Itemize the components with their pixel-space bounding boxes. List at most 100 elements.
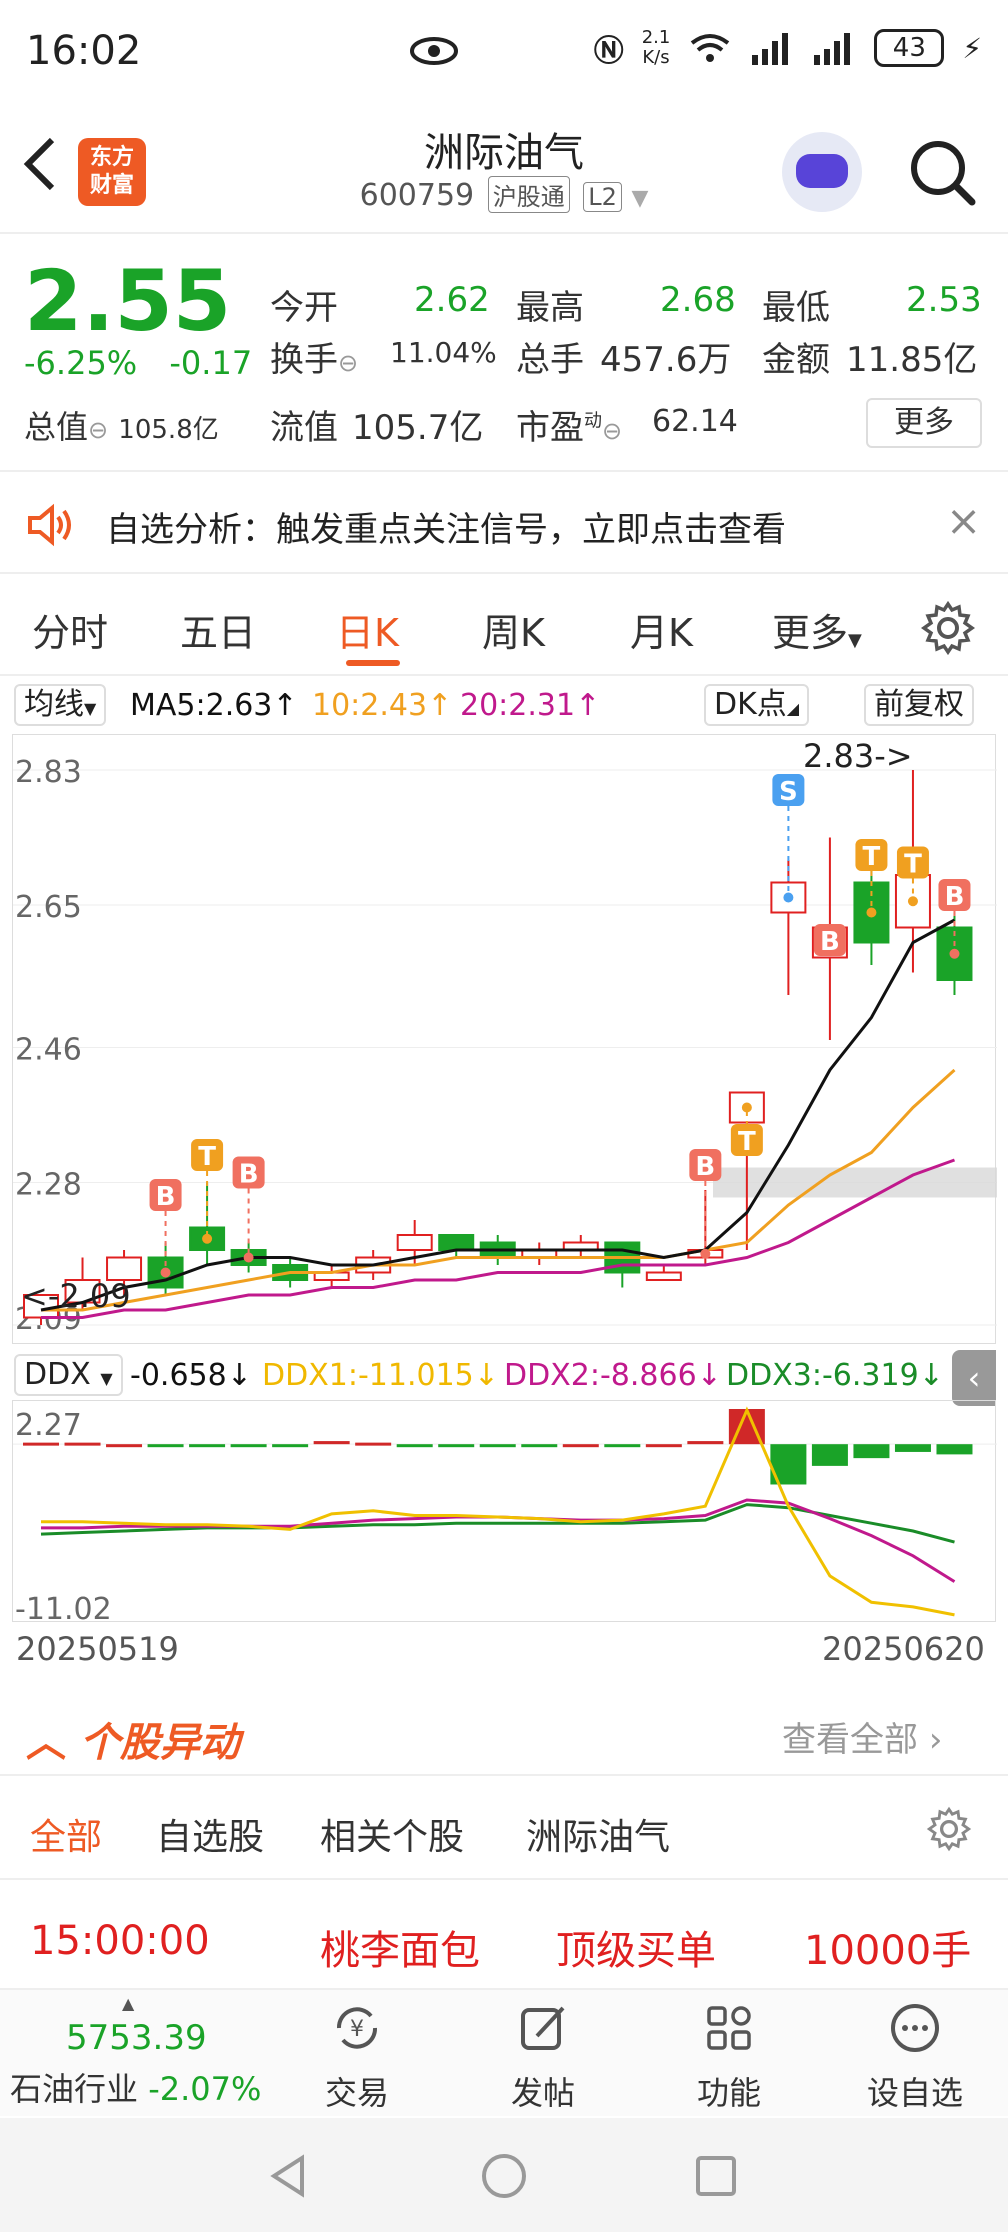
info-icon: ⊖ bbox=[88, 416, 109, 444]
low-label: <-2.09 bbox=[21, 1277, 131, 1315]
current-price: 2.55 bbox=[24, 252, 232, 350]
ddx-bar bbox=[64, 1442, 101, 1446]
y-tick-label: 2.46 bbox=[15, 1033, 82, 1068]
signal2-icon bbox=[814, 33, 851, 65]
y-tick-label: 2.83 bbox=[15, 755, 82, 790]
filter-all[interactable]: 全部 bbox=[30, 1808, 102, 1860]
pe-value: 62.14 bbox=[652, 404, 738, 439]
filter-related[interactable]: 相关个股 bbox=[320, 1808, 464, 1860]
ddx-bar bbox=[479, 1444, 516, 1448]
volume-label: 总手 bbox=[516, 340, 584, 380]
indicator-selector[interactable]: DDX ▼ bbox=[14, 1354, 123, 1396]
tab-weekly-k[interactable]: 周K bbox=[482, 602, 545, 657]
more-quote-button[interactable]: 更多 bbox=[866, 398, 982, 448]
add-watchlist-button[interactable]: 设自选 bbox=[860, 2002, 970, 2114]
candle-body bbox=[396, 1234, 433, 1251]
index-label: 石油行业 -2.07% bbox=[10, 2070, 262, 2108]
volume-value: 457.6万 bbox=[600, 340, 732, 380]
ddx-chart[interactable]: 2.27 -11.02 bbox=[12, 1400, 997, 1627]
low-label: 最低 bbox=[762, 288, 830, 328]
signal-badge-text: B bbox=[156, 1182, 176, 1212]
status-bar: 16:02 Ⓝ 2.1 K/s 43 ⚡ bbox=[0, 0, 1008, 104]
ddx-bar bbox=[355, 1442, 392, 1446]
tab-more[interactable]: 更多▼ bbox=[772, 602, 862, 657]
tab-five-day[interactable]: 五日 bbox=[180, 602, 256, 657]
collapse-panel-button[interactable]: ‹ bbox=[952, 1350, 996, 1406]
tab-monthly-k[interactable]: 月K bbox=[630, 602, 693, 657]
ddx2-value: DDX2:-8.866↓ bbox=[504, 1358, 722, 1393]
caret-down-icon: ▼ bbox=[848, 630, 862, 651]
adjust-selector[interactable]: 前复权 bbox=[864, 684, 974, 726]
ddx-bar bbox=[687, 1441, 724, 1445]
filter-watchlist[interactable]: 自选股 bbox=[156, 1808, 264, 1860]
avg-line-selector[interactable]: 均线▼ bbox=[14, 684, 107, 726]
open-value: 2.62 bbox=[414, 280, 490, 320]
ddx-bar bbox=[396, 1444, 433, 1448]
movers-title[interactable]: ︿ 个股异动 bbox=[26, 1710, 240, 1768]
speaker-icon bbox=[28, 503, 71, 547]
nav-home-icon[interactable] bbox=[480, 2152, 528, 2200]
settings-gear-icon[interactable] bbox=[920, 600, 976, 656]
trade-icon: ¥ bbox=[336, 2007, 378, 2049]
net-speed: 2.1 K/s bbox=[641, 27, 671, 68]
ddx-tick-label: -11.02 bbox=[15, 1592, 112, 1623]
close-icon[interactable]: × bbox=[946, 496, 981, 545]
amount-value: 11.85亿 bbox=[846, 340, 978, 380]
date-end: 20250620 bbox=[822, 1630, 985, 1668]
ddx-bar bbox=[313, 1441, 350, 1445]
market-cap: 总值⊖ 105.8亿 bbox=[24, 408, 219, 446]
signal-badge-text: T bbox=[904, 850, 922, 880]
signal-badge-text: B bbox=[695, 1152, 715, 1182]
corner-icon: ◢ bbox=[786, 699, 800, 718]
signal-badge-text: T bbox=[738, 1127, 756, 1157]
charging-icon: ⚡ bbox=[962, 31, 982, 65]
nav-recents-icon[interactable] bbox=[694, 2154, 738, 2198]
apps-icon bbox=[707, 2006, 751, 2050]
ma-legend: 均线▼ MA5:2.63↑ 10:2.43↑ 20:2.31↑ DK点◢ 前复权 bbox=[0, 680, 1008, 728]
eye-icon bbox=[410, 37, 458, 65]
ddx-bar bbox=[147, 1444, 184, 1448]
ddx-bar bbox=[562, 1444, 599, 1448]
ma10-label: 10:2.43↑ bbox=[312, 688, 453, 723]
trade-button[interactable]: ¥ 交易 bbox=[302, 2002, 412, 2114]
movers-header: ︿ 个股异动 查看全部 › bbox=[0, 1700, 1008, 1776]
kline-svg: 2.832.652.462.282.09TBB BTSBT TB2.83-><-2.… bbox=[13, 737, 997, 1337]
settings-gear-icon[interactable] bbox=[926, 1806, 972, 1852]
change-amount: -0.17 bbox=[169, 344, 253, 382]
assistant-avatar[interactable] bbox=[782, 132, 862, 212]
signal-badge-text: B bbox=[239, 1160, 259, 1190]
high-value: 2.68 bbox=[660, 280, 736, 320]
nav-back-icon[interactable] bbox=[268, 2154, 308, 2198]
high-label: 2.83-> bbox=[803, 737, 913, 775]
edit-icon bbox=[521, 2006, 565, 2050]
mover-alert-row[interactable]: 15:00:00 桃李面包 顶级买单 10000手 bbox=[0, 1882, 1008, 1986]
kline-chart[interactable]: 2.83 2.65 2.46 2.28 2.09 T B B B T S B T T B 2.83-> <-2.… bbox=[12, 734, 997, 1344]
dk-point-selector[interactable]: DK点◢ bbox=[704, 684, 810, 726]
ma20-label: 20:2.31↑ bbox=[460, 688, 601, 723]
industry-index[interactable]: ▲ 5753.39 石油行业 -2.07% bbox=[10, 1990, 280, 2118]
notice-banner[interactable]: 自选分析：触发重点关注信号，立即点击查看 × bbox=[0, 474, 1008, 574]
signal-dot bbox=[783, 892, 794, 903]
functions-button[interactable]: 功能 bbox=[674, 2002, 784, 2114]
tab-daily-k[interactable]: 日K bbox=[336, 602, 399, 657]
ddx-bar bbox=[230, 1444, 267, 1448]
high-label: 最高 bbox=[516, 288, 584, 328]
ddx-value: -0.658↓ bbox=[130, 1358, 252, 1393]
signal-badge-text: S bbox=[779, 777, 798, 807]
y-tick-label: 2.65 bbox=[15, 890, 82, 925]
pe-label: 市盈动⊖ bbox=[516, 408, 623, 448]
search-icon[interactable] bbox=[906, 136, 978, 208]
ma5-label: MA5:2.63↑ bbox=[130, 688, 298, 723]
status-time: 16:02 bbox=[26, 28, 142, 74]
post-button[interactable]: 发帖 bbox=[488, 2002, 598, 2114]
signal-badge-text: B bbox=[945, 882, 965, 912]
tab-intraday[interactable]: 分时 bbox=[32, 602, 108, 657]
signal-dot bbox=[741, 1102, 752, 1113]
ma5-line bbox=[40, 918, 956, 1312]
view-all-link[interactable]: 查看全部 › bbox=[782, 1712, 942, 1761]
support-band bbox=[713, 1167, 997, 1198]
filter-this-stock[interactable]: 洲际油气 bbox=[526, 1808, 670, 1860]
ddx-bar bbox=[936, 1444, 973, 1455]
signal-dot bbox=[949, 948, 960, 959]
ddx-bar bbox=[189, 1444, 226, 1448]
